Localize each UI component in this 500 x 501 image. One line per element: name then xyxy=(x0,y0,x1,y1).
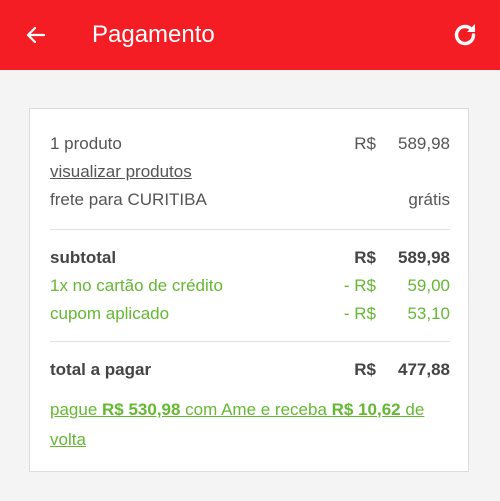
divider xyxy=(50,229,450,230)
page-title: Pagamento xyxy=(92,21,215,48)
ame-cashback-link[interactable]: pague R$ 530,98 com Ame e receba R$ 10,6… xyxy=(50,395,450,455)
ame-text: pague xyxy=(50,400,102,419)
product-row: 1 produto R$ 589,98 xyxy=(50,133,450,155)
subtotal-row: subtotal R$ 589,98 xyxy=(50,247,450,269)
total-value: 477,88 xyxy=(398,360,450,379)
subtotal-currency: R$ xyxy=(354,248,376,267)
shipping-row: frete para CURITIBA grátis xyxy=(50,189,450,211)
ame-cashback-amount: R$ 10,62 xyxy=(331,400,401,419)
refresh-button[interactable] xyxy=(450,20,480,50)
payment-summary-card: 1 produto R$ 589,98 visualizar produtos … xyxy=(29,108,469,472)
card-discount-label: 1x no cartão de crédito xyxy=(50,276,223,295)
refresh-icon xyxy=(454,24,476,46)
app-bar: Pagamento xyxy=(0,0,500,70)
coupon-row: cupom aplicado - R$ 53,10 xyxy=(50,303,450,325)
total-row: total a pagar R$ 477,88 xyxy=(50,359,450,381)
back-button[interactable] xyxy=(22,21,50,49)
subtotal-value: 589,98 xyxy=(398,248,450,267)
card-discount-currency: - R$ xyxy=(343,276,376,295)
view-products-link[interactable]: visualizar produtos xyxy=(50,161,192,183)
coupon-label: cupom aplicado xyxy=(50,304,170,323)
shipping-label: frete para CURITIBA xyxy=(50,190,207,209)
view-products-row: visualizar produtos xyxy=(50,161,450,183)
shipping-value: grátis xyxy=(408,190,450,209)
total-label: total a pagar xyxy=(50,360,152,379)
ame-text: com Ame e receba xyxy=(180,400,332,419)
product-currency: R$ xyxy=(354,134,376,153)
subtotal-label: subtotal xyxy=(50,248,117,267)
total-currency: R$ xyxy=(354,360,376,379)
product-value: 589,98 xyxy=(398,134,450,153)
ame-amount: R$ 530,98 xyxy=(102,400,181,419)
card-discount-row: 1x no cartão de crédito - R$ 59,00 xyxy=(50,275,450,297)
coupon-currency: - R$ xyxy=(343,304,376,323)
arrow-left-icon xyxy=(26,26,46,44)
divider xyxy=(50,341,450,342)
coupon-value: 53,10 xyxy=(407,304,450,323)
card-discount-value: 59,00 xyxy=(407,276,450,295)
product-count: 1 produto xyxy=(50,134,122,153)
